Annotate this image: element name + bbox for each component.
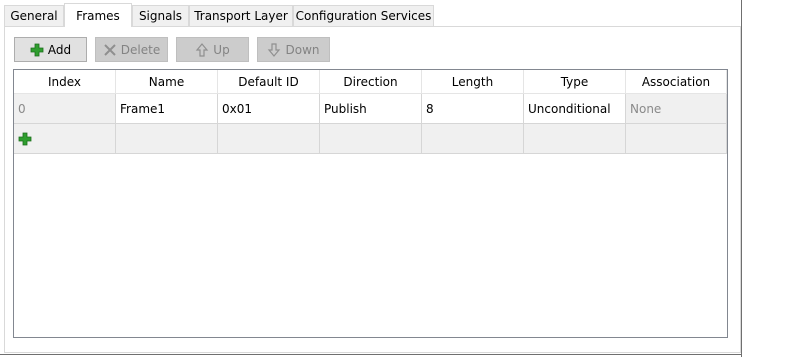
add-button-label: Add — [47, 42, 72, 57]
new-row-cell[interactable] — [524, 124, 626, 154]
column-header-label: Name — [148, 74, 185, 89]
tab-label: Signals — [138, 9, 183, 23]
arrow-down-icon — [268, 42, 281, 57]
column-header-label: Index — [47, 74, 82, 89]
plus-icon — [18, 132, 32, 145]
tab-configuration-services[interactable]: Configuration Services — [293, 5, 434, 26]
column-header-label: Length — [451, 74, 494, 89]
cell-type[interactable]: Unconditional — [524, 94, 626, 124]
delete-button-label: Delete — [120, 42, 161, 57]
column-header-default-id[interactable]: Default ID — [218, 70, 320, 94]
tab-general[interactable]: General — [4, 5, 64, 26]
up-button-label: Up — [213, 42, 230, 57]
new-row-cell[interactable] — [626, 124, 727, 154]
window-border-bottom — [0, 354, 742, 355]
cell-name[interactable]: Frame1 — [116, 94, 218, 124]
cell-direction[interactable]: Publish — [320, 94, 422, 124]
add-button[interactable]: Add — [14, 37, 87, 62]
window-border-right — [741, 0, 742, 357]
new-row-cell[interactable] — [116, 124, 218, 154]
column-header-index[interactable]: Index — [14, 70, 116, 94]
delete-x-icon — [104, 43, 116, 56]
cell-default-id[interactable]: 0x01 — [218, 94, 320, 124]
column-header-length[interactable]: Length — [422, 70, 524, 94]
cell-index[interactable]: 0 — [14, 94, 116, 124]
new-row-add-cell[interactable] — [14, 124, 116, 154]
down-button[interactable]: Down — [257, 37, 330, 62]
new-row-cell[interactable] — [422, 124, 524, 154]
cell-length[interactable]: 8 — [422, 94, 524, 124]
column-header-label: Default ID — [238, 74, 299, 89]
tab-label: Transport Layer — [194, 9, 288, 23]
column-header-label: Type — [560, 74, 589, 89]
column-header-name[interactable]: Name — [116, 70, 218, 94]
tab-signals[interactable]: Signals — [132, 5, 189, 26]
plus-icon — [30, 43, 44, 56]
tab-label: Frames — [76, 8, 120, 23]
tab-label: Configuration Services — [295, 9, 432, 23]
tab-label: General — [10, 9, 58, 23]
column-header-label: Association — [641, 74, 711, 89]
delete-button[interactable]: Delete — [95, 37, 168, 62]
up-button[interactable]: Up — [176, 37, 249, 62]
column-header-label: Direction — [343, 74, 398, 89]
cell-association[interactable]: None — [626, 94, 727, 124]
tab-transport-layer[interactable]: Transport Layer — [189, 5, 293, 26]
column-header-type[interactable]: Type — [524, 70, 626, 94]
new-row-cell[interactable] — [320, 124, 422, 154]
arrow-up-icon — [196, 42, 209, 57]
column-header-association[interactable]: Association — [626, 70, 727, 94]
frames-grid[interactable]: Index Name Default ID Direction Length T… — [13, 69, 728, 338]
column-header-direction[interactable]: Direction — [320, 70, 422, 94]
down-button-label: Down — [285, 42, 320, 57]
new-row-cell[interactable] — [218, 124, 320, 154]
tab-frames[interactable]: Frames — [64, 3, 132, 27]
